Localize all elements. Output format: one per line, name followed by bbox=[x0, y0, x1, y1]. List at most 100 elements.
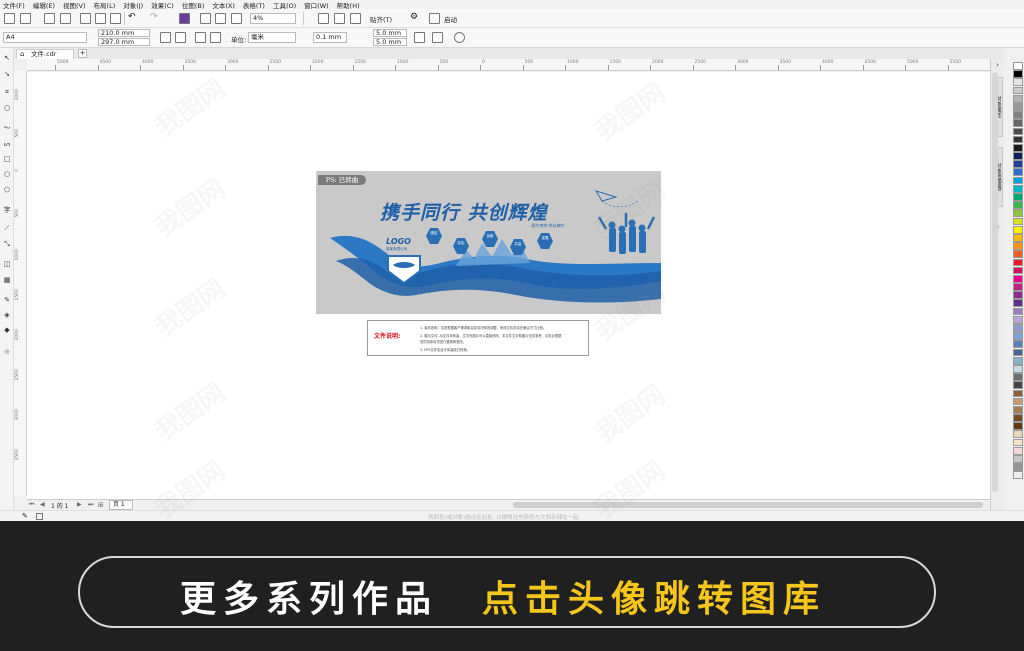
palette-swatch[interactable] bbox=[1013, 438, 1023, 447]
palette-swatch[interactable] bbox=[1013, 430, 1023, 439]
palette-swatch[interactable] bbox=[1013, 242, 1023, 250]
palette-swatch[interactable] bbox=[1013, 324, 1023, 332]
palette-swatch[interactable] bbox=[1013, 340, 1023, 349]
palette-swatch[interactable] bbox=[1013, 152, 1023, 160]
options-gear-icon[interactable]: ⚙ bbox=[410, 13, 421, 24]
palette-swatch[interactable] bbox=[1013, 315, 1023, 324]
prev-page-icon[interactable]: ◀ bbox=[40, 501, 45, 508]
palette-swatch[interactable] bbox=[1013, 250, 1023, 259]
export-icon[interactable] bbox=[215, 13, 226, 24]
palette-swatch[interactable] bbox=[1013, 307, 1023, 316]
transparency-icon[interactable]: ▦ bbox=[3, 276, 11, 284]
zoom-tool-icon[interactable]: ○ bbox=[3, 104, 11, 112]
palette-swatch[interactable] bbox=[1013, 348, 1023, 357]
paste-icon[interactable] bbox=[110, 13, 121, 24]
nudge-distance-field[interactable]: 0.1 mm bbox=[313, 32, 347, 43]
show-grid-icon[interactable] bbox=[350, 13, 361, 24]
launch-dropdown[interactable]: 启动 bbox=[444, 14, 457, 24]
pick-color-icon[interactable]: ✎ bbox=[22, 512, 28, 520]
palette-swatch[interactable] bbox=[1013, 389, 1023, 398]
pick-tool-icon[interactable]: ↖ bbox=[3, 54, 11, 62]
save-icon[interactable] bbox=[44, 13, 55, 24]
palette-swatch[interactable] bbox=[1013, 463, 1023, 471]
import-icon[interactable] bbox=[200, 13, 211, 24]
search-content-icon[interactable] bbox=[179, 13, 190, 24]
palette-swatch[interactable] bbox=[1013, 217, 1023, 226]
page-height-field[interactable]: 297.0 mm bbox=[98, 38, 150, 46]
freehand-tool-icon[interactable]: ～ bbox=[3, 124, 11, 132]
duplicate-y-field[interactable]: 5.0 mm bbox=[373, 38, 407, 46]
eyedropper-icon[interactable]: ✎ bbox=[3, 296, 11, 304]
palette-swatch[interactable] bbox=[1013, 62, 1023, 70]
artwork-culture-wall[interactable]: PS: 已转曲 携手同行 共创辉煌 LOGO 某某有限公司 团结 务实 创新 共… bbox=[316, 171, 661, 314]
palette-swatch[interactable] bbox=[1013, 168, 1023, 177]
publish-pdf-icon[interactable] bbox=[231, 13, 242, 24]
redo-icon[interactable]: ↷ bbox=[150, 13, 161, 24]
palette-swatch[interactable] bbox=[1013, 381, 1023, 390]
show-rulers-icon[interactable] bbox=[334, 13, 345, 24]
print-icon[interactable] bbox=[60, 13, 71, 24]
palette-swatch[interactable] bbox=[1013, 233, 1023, 242]
palette-swatch[interactable] bbox=[1013, 143, 1023, 152]
palette-swatch[interactable] bbox=[1013, 332, 1023, 340]
horizontal-scrollbar[interactable] bbox=[513, 502, 983, 508]
color-palette[interactable] bbox=[1012, 62, 1024, 502]
zoom-level-field[interactable]: 4% bbox=[250, 13, 296, 24]
drop-shadow-icon[interactable]: ◫ bbox=[3, 260, 11, 268]
polygon-tool-icon[interactable]: ⬠ bbox=[3, 186, 11, 194]
palette-swatch[interactable] bbox=[1013, 299, 1023, 308]
units-select[interactable]: 毫米 bbox=[248, 32, 296, 43]
palette-swatch[interactable] bbox=[1013, 201, 1023, 209]
palette-swatch[interactable] bbox=[1013, 405, 1023, 414]
palette-swatch[interactable] bbox=[1013, 111, 1023, 119]
palette-swatch[interactable] bbox=[1013, 422, 1023, 431]
duplicate-x-field[interactable]: 5.0 mm bbox=[373, 29, 407, 37]
palette-swatch[interactable] bbox=[1013, 397, 1023, 406]
artistic-media-icon[interactable]: ᔕ bbox=[3, 140, 11, 148]
palette-swatch[interactable] bbox=[1013, 135, 1023, 144]
document-tab[interactable]: ⌂ 文件.cdr bbox=[16, 49, 74, 59]
palette-swatch[interactable] bbox=[1013, 184, 1023, 193]
connector-tool-icon[interactable]: ⤡ bbox=[3, 240, 11, 248]
landscape-icon[interactable] bbox=[175, 32, 186, 43]
palette-swatch[interactable] bbox=[1013, 274, 1023, 283]
add-page-icon[interactable]: ⊞ bbox=[98, 501, 104, 509]
palette-swatch[interactable] bbox=[1013, 291, 1023, 300]
palette-swatch[interactable] bbox=[1013, 414, 1023, 422]
palette-swatch[interactable] bbox=[1013, 94, 1023, 103]
ellipse-tool-icon[interactable]: ○ bbox=[3, 170, 11, 178]
all-pages-icon[interactable] bbox=[195, 32, 206, 43]
next-page-icon[interactable]: ▶ bbox=[77, 501, 82, 508]
undo-icon[interactable]: ↶ bbox=[128, 13, 139, 24]
full-screen-icon[interactable] bbox=[318, 13, 329, 24]
palette-swatch[interactable] bbox=[1013, 86, 1023, 95]
rectangle-tool-icon[interactable]: □ bbox=[3, 155, 11, 163]
crop-tool-icon[interactable]: ⌗ bbox=[3, 88, 11, 96]
fill-tool-icon[interactable]: ◈ bbox=[3, 311, 11, 319]
new-doc-icon[interactable] bbox=[4, 13, 15, 24]
file-description-box[interactable]: 文件说明: 1. 素材说明：请您根据客户需求和实际情况修改调整，修改文件前请先确… bbox=[367, 320, 589, 356]
palette-swatch[interactable] bbox=[1013, 193, 1023, 201]
page-tab[interactable]: 页 1 bbox=[109, 500, 133, 510]
palette-swatch[interactable] bbox=[1013, 127, 1023, 136]
cut-icon[interactable] bbox=[80, 13, 91, 24]
docker-collapse-icon[interactable]: › bbox=[993, 61, 1002, 70]
horizontal-ruler[interactable]: 5000 4500 4000 3500 3000 2500 2000 1500 1000 500 0… bbox=[27, 59, 990, 71]
vertical-ruler[interactable]: 1000 500 0 500 1000 1500 2000 2500 3000 3500 bbox=[14, 71, 27, 496]
parallel-dimension-icon[interactable]: ⟋ bbox=[3, 224, 11, 232]
palette-swatch[interactable] bbox=[1013, 225, 1023, 234]
palette-swatch[interactable] bbox=[1013, 70, 1023, 78]
palette-swatch[interactable] bbox=[1013, 78, 1023, 87]
palette-swatch[interactable] bbox=[1013, 446, 1023, 455]
smart-fill-icon[interactable]: ◆ bbox=[3, 326, 11, 334]
shape-tool-icon[interactable]: ↘ bbox=[3, 70, 11, 78]
palette-swatch[interactable] bbox=[1013, 455, 1023, 463]
palette-swatch[interactable] bbox=[1013, 119, 1023, 128]
portrait-icon[interactable] bbox=[160, 32, 171, 43]
palette-swatch[interactable] bbox=[1013, 373, 1023, 381]
launch-icon[interactable] bbox=[429, 13, 440, 24]
add-tool-icon[interactable]: ⊕ bbox=[3, 348, 11, 356]
palette-swatch[interactable] bbox=[1013, 266, 1023, 275]
open-folder-icon[interactable] bbox=[20, 13, 31, 24]
page-size-select[interactable]: A4 bbox=[3, 32, 87, 43]
